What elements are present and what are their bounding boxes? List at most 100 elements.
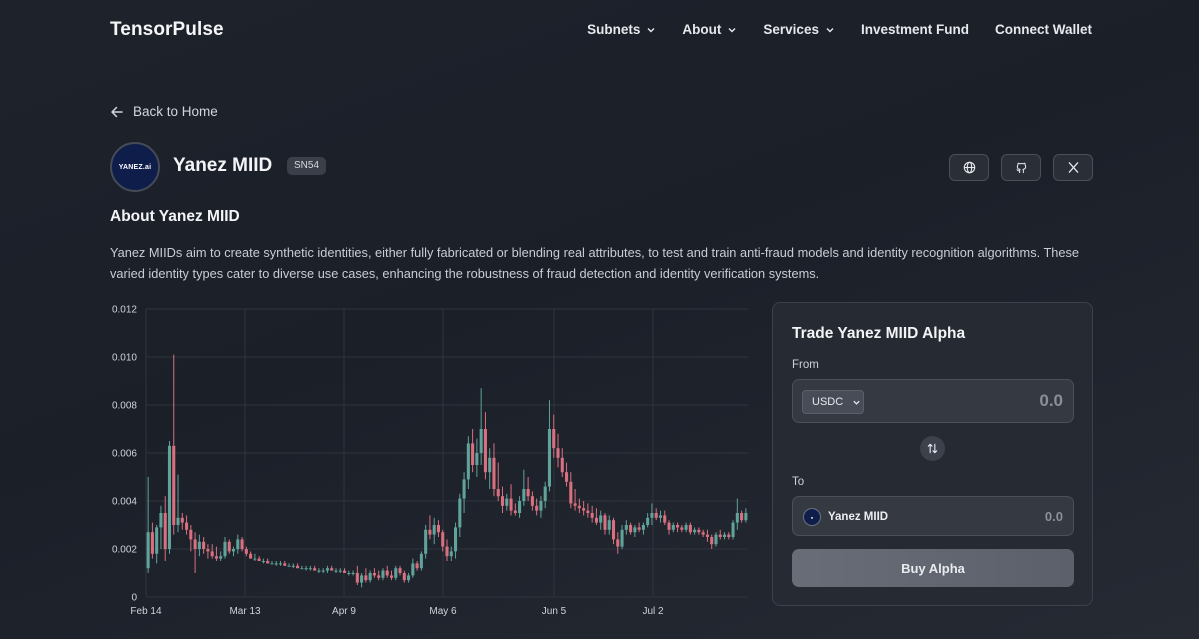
from-amount-input[interactable] — [913, 380, 1063, 422]
candle-body — [539, 501, 543, 511]
x-tick-label: May 6 — [429, 606, 457, 617]
chevron-down-icon — [647, 27, 655, 32]
candle-body — [616, 539, 620, 547]
candle-body — [582, 508, 586, 511]
subnet-logo: YANEZ.ai — [110, 142, 160, 192]
candle-body — [518, 501, 522, 513]
candle-body — [676, 525, 680, 528]
candle-body — [159, 513, 163, 528]
candle-body — [325, 568, 329, 571]
candle-body — [150, 532, 154, 554]
candle-body — [402, 573, 406, 581]
token-logo-icon: ● — [803, 508, 821, 526]
candle-body — [611, 520, 616, 540]
from-token-select[interactable]: USDC — [802, 390, 864, 414]
swap-direction-button[interactable] — [920, 436, 945, 461]
candle-body — [552, 429, 556, 449]
candle-body — [197, 541, 201, 549]
candle-body — [599, 515, 603, 523]
candle-body — [172, 445, 176, 525]
candle-body — [389, 575, 394, 578]
candle-body — [577, 505, 581, 509]
candle-body — [210, 551, 214, 557]
nav-services[interactable]: Services — [763, 22, 835, 37]
candle-body — [244, 549, 248, 554]
candle-body — [522, 489, 526, 501]
to-token: ● Yanez MIID — [803, 508, 888, 526]
nav-subnets[interactable]: Subnets — [587, 22, 656, 37]
candle-body — [684, 525, 688, 530]
candle-body — [705, 534, 709, 537]
candle-body — [436, 525, 440, 533]
candle-body — [671, 525, 675, 530]
candle-body — [509, 498, 513, 511]
candle-body — [432, 525, 436, 535]
top-header: TensorPulse Subnets About Services Inves… — [0, 0, 1199, 62]
candle-body — [569, 481, 573, 504]
candle-body — [236, 539, 240, 549]
x-tick-label: Jun 5 — [542, 606, 567, 617]
candle-body — [185, 522, 189, 530]
candle-body — [193, 539, 197, 549]
nav-about[interactable]: About — [682, 22, 737, 37]
candle-body — [731, 522, 735, 537]
candle-body — [321, 570, 325, 572]
github-button[interactable] — [1001, 154, 1041, 181]
candle-body — [530, 496, 534, 506]
candle-body — [407, 575, 411, 581]
price-chart[interactable]: 0.012 0.010 0.008 0.006 0.004 0.002 0 Feb 14 Mar… — [100, 298, 760, 628]
y-tick-label: 0.002 — [112, 545, 137, 556]
candle-body — [240, 539, 244, 549]
candle-body — [206, 549, 210, 552]
arrow-left-icon — [111, 106, 123, 117]
candle-body — [556, 448, 560, 458]
candle-body — [650, 513, 654, 518]
candle-body — [146, 532, 150, 569]
candle-body — [342, 570, 347, 573]
chevron-down-icon — [826, 27, 834, 32]
x-icon — [1068, 162, 1078, 173]
candle-body — [257, 558, 261, 561]
candle-body — [667, 522, 671, 530]
candle-body — [513, 510, 517, 513]
back-to-home-link[interactable]: Back to Home — [110, 104, 218, 119]
candle-body — [637, 527, 641, 530]
candle-body — [419, 553, 423, 569]
candle-body — [441, 532, 445, 547]
candle-body — [189, 529, 193, 540]
from-token-label: USDC — [812, 396, 844, 408]
candle-body — [424, 529, 428, 554]
candle-body — [381, 570, 385, 578]
candle-body — [163, 513, 167, 549]
swap-arrows-icon — [927, 443, 938, 454]
candle-body — [629, 525, 633, 533]
candle-body — [231, 549, 236, 552]
candle-body — [603, 515, 607, 530]
candle-body — [398, 568, 402, 573]
brand-logo[interactable]: TensorPulse — [110, 19, 224, 41]
x-twitter-button[interactable] — [1053, 154, 1093, 181]
candle-body — [454, 527, 458, 552]
candle-body — [351, 573, 355, 574]
candle-body — [693, 529, 697, 533]
from-field: USDC — [792, 379, 1074, 423]
buy-alpha-button[interactable]: Buy Alpha — [792, 549, 1074, 587]
nav-services-label: Services — [763, 22, 819, 37]
candle-body — [586, 510, 590, 513]
candle-body — [466, 443, 470, 480]
candle-body — [308, 568, 312, 570]
candle-body — [744, 513, 748, 521]
candle-body — [479, 429, 483, 453]
candle-body — [543, 486, 547, 501]
connect-wallet-button[interactable]: Connect Wallet — [995, 22, 1092, 37]
candle-body — [155, 527, 159, 554]
candle-body — [560, 457, 564, 473]
candle-body — [714, 534, 718, 545]
candle-body — [180, 517, 184, 523]
website-button[interactable] — [949, 154, 989, 181]
about-heading: About Yanez MIID — [110, 208, 240, 225]
candle-body — [535, 505, 539, 511]
candle-body — [492, 457, 496, 489]
candle-body — [313, 568, 317, 571]
nav-investment-fund[interactable]: Investment Fund — [861, 22, 969, 37]
